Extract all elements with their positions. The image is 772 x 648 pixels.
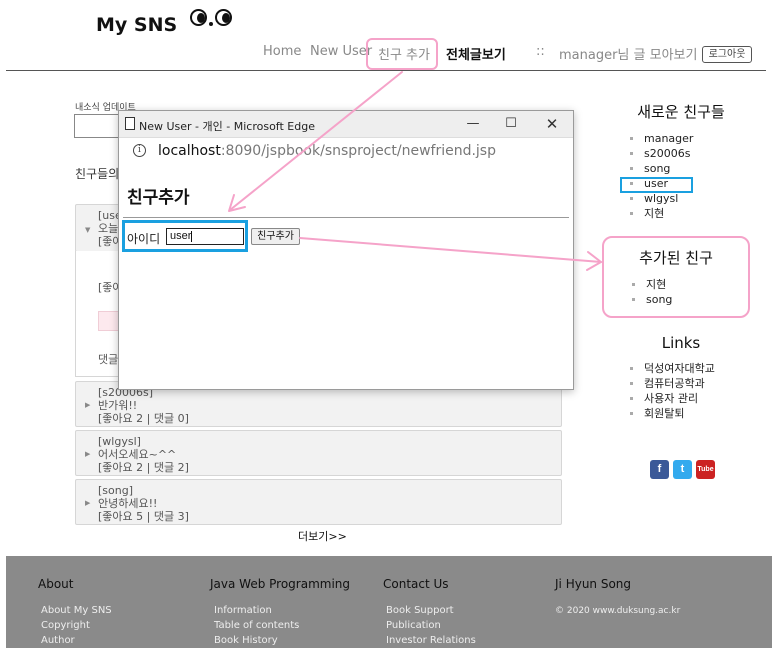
arrow-button-to-added	[299, 237, 602, 263]
annotation-arrows	[228, 71, 602, 271]
arrow-nav-to-input	[229, 71, 403, 211]
